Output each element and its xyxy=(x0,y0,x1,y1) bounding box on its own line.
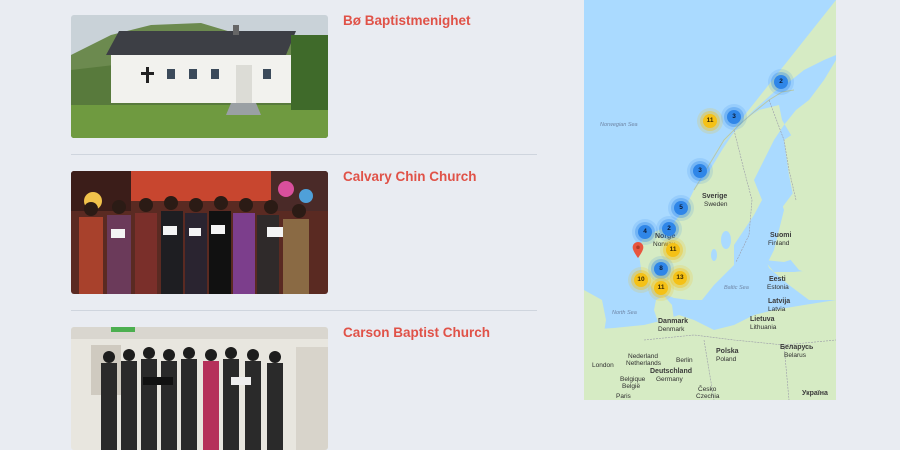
map-cluster-marker[interactable]: 13 xyxy=(673,271,687,285)
baltic-sea-label: Baltic Sea xyxy=(724,285,749,291)
norwegian-sea-label: Norwegian Sea xyxy=(600,122,638,128)
map-cluster-marker[interactable]: 3 xyxy=(693,164,707,178)
map-label-belgie: België xyxy=(622,383,641,390)
map-label-lietuva: Lietuva xyxy=(750,316,775,323)
divider xyxy=(71,154,537,155)
map-label-finland: Finland xyxy=(768,240,790,247)
church-title-link[interactable]: Bø Baptistmenighet xyxy=(343,13,471,28)
map-label-nederland: Nederland xyxy=(628,353,658,360)
church-map[interactable]: Norwegian Sea North Sea Baltic Sea Sveri… xyxy=(584,0,836,400)
map-label-polska: Polska xyxy=(716,348,739,355)
church-photo-thumbnail[interactable] xyxy=(71,171,328,294)
map-cluster-marker[interactable]: 4 xyxy=(638,225,652,239)
map-cluster-marker[interactable]: 11 xyxy=(666,243,680,257)
church-photo xyxy=(71,327,328,450)
map-label-deutschland: Deutschland xyxy=(650,368,693,375)
map-cluster-marker[interactable]: 2 xyxy=(662,222,676,236)
north-sea-label: North Sea xyxy=(612,310,637,316)
map-label-danmark: Danmark xyxy=(658,318,688,325)
church-photo xyxy=(71,15,328,138)
church-listing: Bø Baptistmenighet Calvary Chin Church C… xyxy=(71,0,537,450)
map-cluster-marker[interactable]: 10 xyxy=(634,273,648,287)
map-label-paris: Paris xyxy=(616,393,631,400)
map-label-czechia: Czechia xyxy=(696,393,720,400)
map-label-suomi: Suomi xyxy=(770,232,792,239)
church-title-link[interactable]: Carson Baptist Church xyxy=(343,325,490,340)
map-label-london: London xyxy=(592,362,614,369)
church-photo-thumbnail[interactable] xyxy=(71,327,328,450)
church-title-link[interactable]: Calvary Chin Church xyxy=(343,169,477,184)
map-background xyxy=(584,0,836,400)
map-label-sverige: Sverige xyxy=(702,193,728,200)
map-label-lithuania: Lithuania xyxy=(750,324,777,331)
church-photo xyxy=(71,171,328,294)
map-label-estonia: Estonia xyxy=(767,284,789,291)
map-cluster-marker[interactable]: 8 xyxy=(654,262,668,276)
map-label-ukraine: Україна xyxy=(802,390,828,397)
map-label-latvija: Latvija xyxy=(768,298,791,305)
map-label-belarus: Belarus xyxy=(784,352,807,359)
map-cluster-marker[interactable]: 3 xyxy=(727,110,741,124)
map-label-belarus-local: Беларусь xyxy=(780,344,814,351)
divider xyxy=(71,310,537,311)
map-label-belgique: Belgique xyxy=(620,376,646,383)
map-label-latvia: Latvia xyxy=(768,306,786,313)
map-label-poland: Poland xyxy=(716,356,737,363)
map-cluster-marker[interactable]: 5 xyxy=(674,201,688,215)
map-pin-icon[interactable] xyxy=(632,242,644,258)
church-photo-thumbnail[interactable] xyxy=(71,15,328,138)
map-label-cesko: Česko xyxy=(698,386,717,393)
map-label-sweden: Sweden xyxy=(704,201,728,208)
map-label-germany: Germany xyxy=(656,376,683,383)
map-label-denmark: Denmark xyxy=(658,326,685,333)
map-label-berlin: Berlin xyxy=(676,357,693,364)
map-cluster-marker[interactable]: 11 xyxy=(703,114,717,128)
map-label-netherlands: Netherlands xyxy=(626,360,662,367)
map-label-eesti: Eesti xyxy=(769,276,786,283)
map-cluster-marker[interactable]: 11 xyxy=(654,281,668,295)
map-cluster-marker[interactable]: 2 xyxy=(774,75,788,89)
